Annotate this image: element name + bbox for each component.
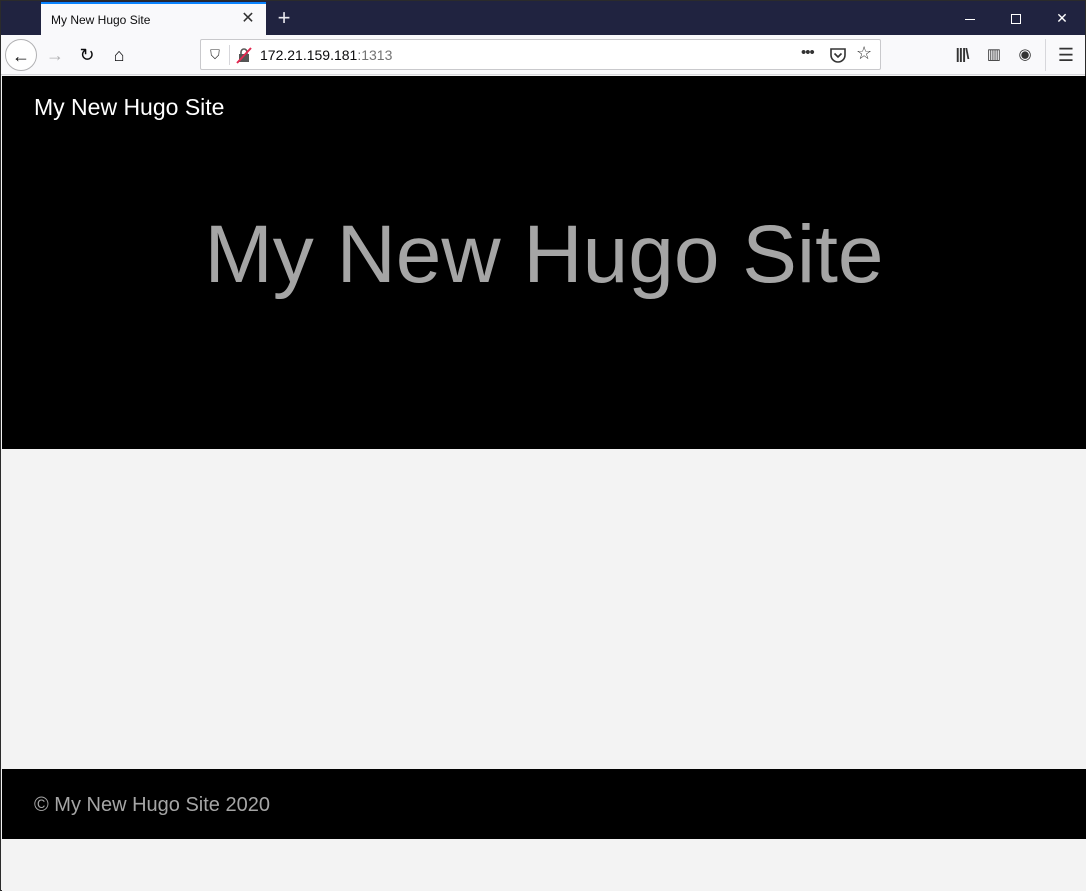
tab-bar: My New Hugo Site ✕ + ✕ (1, 1, 1085, 35)
home-button[interactable]: ⌂ (103, 39, 135, 71)
bookmark-star-icon[interactable]: ☆ (856, 43, 872, 64)
footer-copyright: © My New Hugo Site 2020 (34, 794, 270, 816)
url-port: :1313 (357, 47, 393, 63)
library-icon[interactable]: |||\ (951, 44, 973, 66)
new-tab-button[interactable]: + (271, 5, 297, 31)
pocket-icon[interactable] (829, 46, 847, 64)
hero-header: My New Hugo Site My New Hugo Site (2, 76, 1086, 449)
sidebar-icon[interactable]: ▥ (983, 44, 1005, 66)
account-icon[interactable]: ◉ (1014, 44, 1036, 66)
hero-title: My New Hugo Site (204, 209, 884, 300)
nav-toolbar: ← → ↻ ⌂ ⛉ 172.21.159.181:1313 ••• ☆ |||\… (1, 35, 1085, 75)
minimize-button[interactable] (947, 1, 993, 35)
close-window-button[interactable]: ✕ (1039, 1, 1085, 35)
site-brand-link[interactable]: My New Hugo Site (34, 94, 224, 121)
tracking-shield-icon[interactable]: ⛉ (207, 46, 223, 64)
maximize-button[interactable] (993, 1, 1039, 35)
forward-button[interactable]: → (39, 39, 71, 71)
reload-button[interactable]: ↻ (71, 39, 103, 71)
url-host: 172.21.159.181 (260, 47, 358, 63)
back-button[interactable]: ← (5, 39, 37, 71)
tab-title: My New Hugo Site (51, 13, 151, 27)
url-bar[interactable]: ⛉ 172.21.159.181:1313 ••• ☆ (200, 39, 881, 70)
url-text[interactable]: 172.21.159.181:1313 (260, 47, 392, 63)
page-actions-icon[interactable]: ••• (801, 44, 815, 61)
insecure-lock-icon[interactable] (235, 46, 253, 64)
tab-active[interactable]: My New Hugo Site ✕ (41, 2, 266, 35)
site-footer: © My New Hugo Site 2020 (2, 769, 1086, 839)
page-content: My New Hugo Site My New Hugo Site © My N… (2, 76, 1086, 891)
maximize-icon (1011, 14, 1021, 25)
toolbar-divider (1045, 39, 1046, 71)
tab-close-icon[interactable]: ✕ (238, 8, 258, 30)
hamburger-menu-icon[interactable]: ☰ (1055, 44, 1077, 66)
browser-window: My New Hugo Site ✕ + ✕ ← → ↻ ⌂ ⛉ 172.21.… (0, 0, 1086, 891)
minimize-icon (965, 18, 975, 20)
url-divider (229, 45, 230, 65)
